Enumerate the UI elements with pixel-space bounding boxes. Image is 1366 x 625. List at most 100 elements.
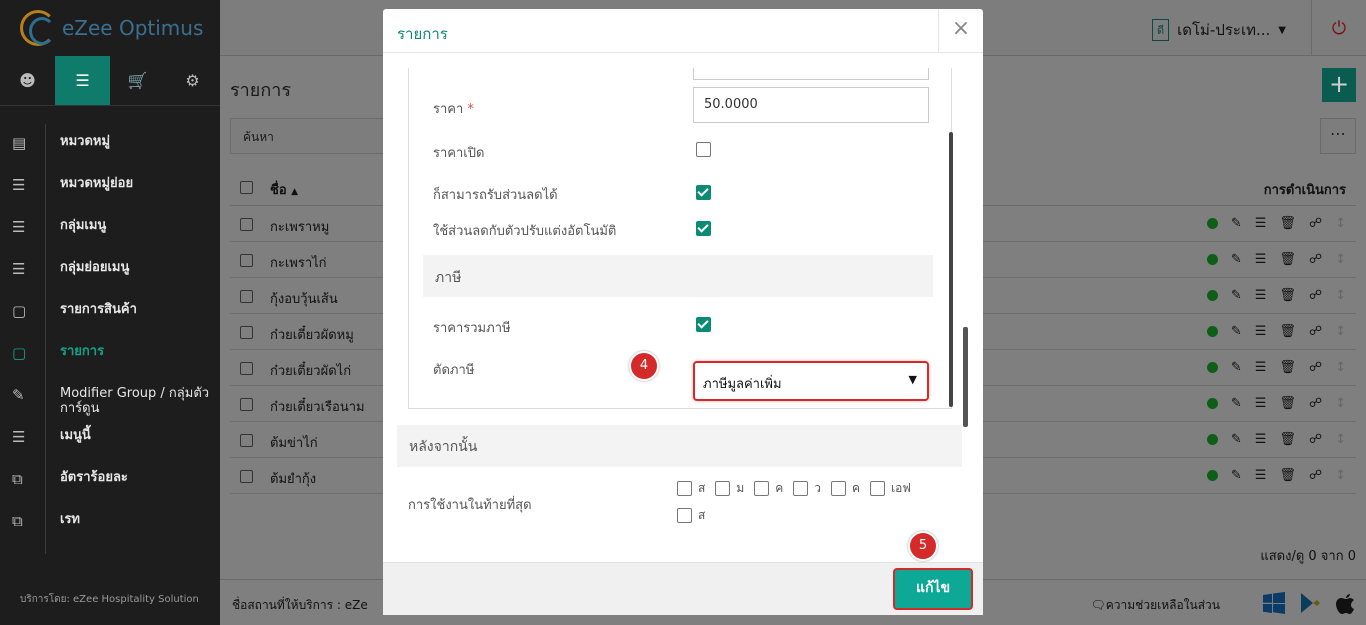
link-icon[interactable]: ☍: [1309, 216, 1322, 231]
day-option[interactable]: ว: [793, 479, 821, 498]
trash-icon[interactable]: 🗑: [1279, 252, 1296, 267]
pencil-icon[interactable]: ✎: [1231, 324, 1242, 339]
apple-icon[interactable]: [1334, 591, 1358, 615]
sidebar-item-percentage[interactable]: ⧉ อัตราร้อยละ: [0, 460, 220, 502]
inner-scroll-thumb[interactable]: [949, 132, 953, 407]
add-button[interactable]: +: [1322, 68, 1356, 102]
row-checkbox[interactable]: [240, 326, 253, 339]
edit-button[interactable]: แก้ไข: [893, 568, 973, 610]
previous-field[interactable]: [693, 68, 929, 80]
day-option[interactable]: ม: [715, 479, 744, 498]
link-icon[interactable]: ☍: [1309, 432, 1322, 447]
sidebar-item-menu-groups[interactable]: ☰ กลุ่มเมนู: [0, 208, 220, 250]
google-play-icon[interactable]: [1298, 591, 1322, 615]
sidebar-item-this-menu[interactable]: ☰ เมนูนี้: [0, 418, 220, 460]
pencil-icon[interactable]: ✎: [1231, 216, 1242, 231]
day-checkbox[interactable]: [715, 481, 731, 496]
pencil-icon[interactable]: ✎: [1231, 252, 1242, 267]
trash-icon[interactable]: 🗑: [1279, 468, 1296, 483]
pencil-icon[interactable]: ✎: [1231, 432, 1242, 447]
windows-icon[interactable]: [1262, 591, 1286, 615]
list-icon[interactable]: ☰: [1255, 288, 1267, 303]
trash-icon[interactable]: 🗑: [1279, 432, 1296, 447]
move-icon[interactable]: ↕: [1335, 252, 1346, 267]
link-icon[interactable]: ☍: [1309, 360, 1322, 375]
day-checkbox[interactable]: [754, 481, 770, 496]
day-option[interactable]: เอฟ: [870, 479, 911, 498]
day-option[interactable]: ส: [677, 479, 705, 498]
user-icon[interactable]: ☻: [0, 56, 55, 105]
day-checkbox[interactable]: [677, 481, 692, 496]
sidebar-item-products[interactable]: ▢ รายการสินค้า: [0, 292, 220, 334]
row-checkbox[interactable]: [240, 434, 253, 447]
link-icon[interactable]: ☍: [1309, 252, 1322, 267]
move-icon[interactable]: ↕: [1335, 360, 1346, 375]
sidebar-item-rates[interactable]: ⧉ เรท: [0, 502, 220, 544]
tax-included-checkbox[interactable]: [696, 317, 711, 332]
row-checkbox[interactable]: [240, 362, 253, 375]
search-input[interactable]: ค้นหา: [230, 118, 400, 154]
trash-icon[interactable]: 🗑: [1279, 288, 1296, 303]
move-icon[interactable]: ↕: [1335, 216, 1346, 231]
trash-icon[interactable]: 🗑: [1279, 396, 1296, 411]
sidebar-item-modifier-group[interactable]: ✎ Modifier Group / กลุ่มตัวการ์ดูน: [0, 376, 220, 418]
pencil-icon[interactable]: ✎: [1231, 288, 1242, 303]
day-option[interactable]: ค: [754, 479, 783, 498]
close-icon[interactable]: ×: [938, 9, 983, 53]
list-icon[interactable]: ☰: [1255, 252, 1267, 267]
list-icon[interactable]: ☰: [1255, 324, 1267, 339]
link-icon[interactable]: ☍: [1309, 396, 1322, 411]
list-icon[interactable]: ☰: [1255, 396, 1267, 411]
hamburger-tab-icon[interactable]: ☰: [55, 56, 110, 105]
move-icon[interactable]: ↕: [1335, 324, 1346, 339]
list-icon[interactable]: ☰: [1255, 432, 1267, 447]
row-checkbox[interactable]: [240, 398, 253, 411]
link-icon[interactable]: ☍: [1309, 468, 1322, 483]
modal-scroll-thumb[interactable]: [963, 327, 968, 427]
cart-icon[interactable]: 🛒: [110, 56, 165, 105]
row-checkbox[interactable]: [240, 470, 253, 483]
move-icon[interactable]: ↕: [1335, 396, 1346, 411]
power-icon[interactable]: ⏻: [1311, 0, 1366, 56]
modal-scrollbar[interactable]: [963, 67, 968, 557]
app-logo[interactable]: eZee Optimus: [0, 0, 220, 56]
link-icon[interactable]: ☍: [1309, 324, 1322, 339]
list-icon[interactable]: ☰: [1255, 360, 1267, 375]
day-option[interactable]: ส: [677, 506, 705, 525]
discount-checkbox[interactable]: [696, 185, 711, 200]
day-checkbox[interactable]: [870, 481, 886, 496]
sidebar-item-subcategories[interactable]: ☰ หมวดหมู่ย่อย: [0, 166, 220, 208]
move-icon[interactable]: ↕: [1335, 432, 1346, 447]
help-link[interactable]: 🗨ความช่วยเหลือในส่วน: [1091, 596, 1220, 615]
day-checkbox[interactable]: [831, 481, 847, 496]
select-all-checkbox[interactable]: [240, 181, 253, 194]
day-option[interactable]: ค: [831, 479, 860, 498]
sidebar-item-menu-subgroups[interactable]: ☰ กลุ่มย่อยเมนู: [0, 250, 220, 292]
tax-cut-select[interactable]: ภาษีมูลค่าเพิ่ม ▼: [693, 361, 929, 401]
sidebar-item-categories[interactable]: ▤ หมวดหมู่: [0, 124, 220, 166]
auto-discount-checkbox[interactable]: [696, 221, 711, 236]
day-checkbox[interactable]: [793, 481, 809, 496]
sidebar-item-items[interactable]: ▢ รายการ: [0, 334, 220, 376]
move-icon[interactable]: ↕: [1335, 288, 1346, 303]
row-checkbox[interactable]: [240, 254, 253, 267]
pencil-icon[interactable]: ✎: [1231, 396, 1242, 411]
trash-icon[interactable]: 🗑: [1279, 216, 1296, 231]
open-price-checkbox[interactable]: [696, 142, 711, 157]
day-checkbox[interactable]: [677, 508, 692, 523]
row-checkbox[interactable]: [240, 218, 253, 231]
move-icon[interactable]: ↕: [1335, 468, 1346, 483]
column-name-header[interactable]: ชื่อ ▲: [270, 179, 298, 200]
inner-scrollbar[interactable]: [949, 72, 953, 410]
list-icon[interactable]: ☰: [1255, 468, 1267, 483]
link-icon[interactable]: ☍: [1309, 288, 1322, 303]
row-checkbox[interactable]: [240, 290, 253, 303]
list-icon[interactable]: ☰: [1255, 216, 1267, 231]
pencil-icon[interactable]: ✎: [1231, 468, 1242, 483]
trash-icon[interactable]: 🗑: [1279, 324, 1296, 339]
more-options-button[interactable]: ⋯: [1320, 118, 1356, 154]
price-field[interactable]: 50.0000: [693, 87, 929, 123]
trash-icon[interactable]: 🗑: [1279, 360, 1296, 375]
gear-icon[interactable]: ⚙: [165, 56, 220, 105]
property-selector[interactable]: ดี เดโม่-ประเท... ▼: [1151, 18, 1286, 42]
